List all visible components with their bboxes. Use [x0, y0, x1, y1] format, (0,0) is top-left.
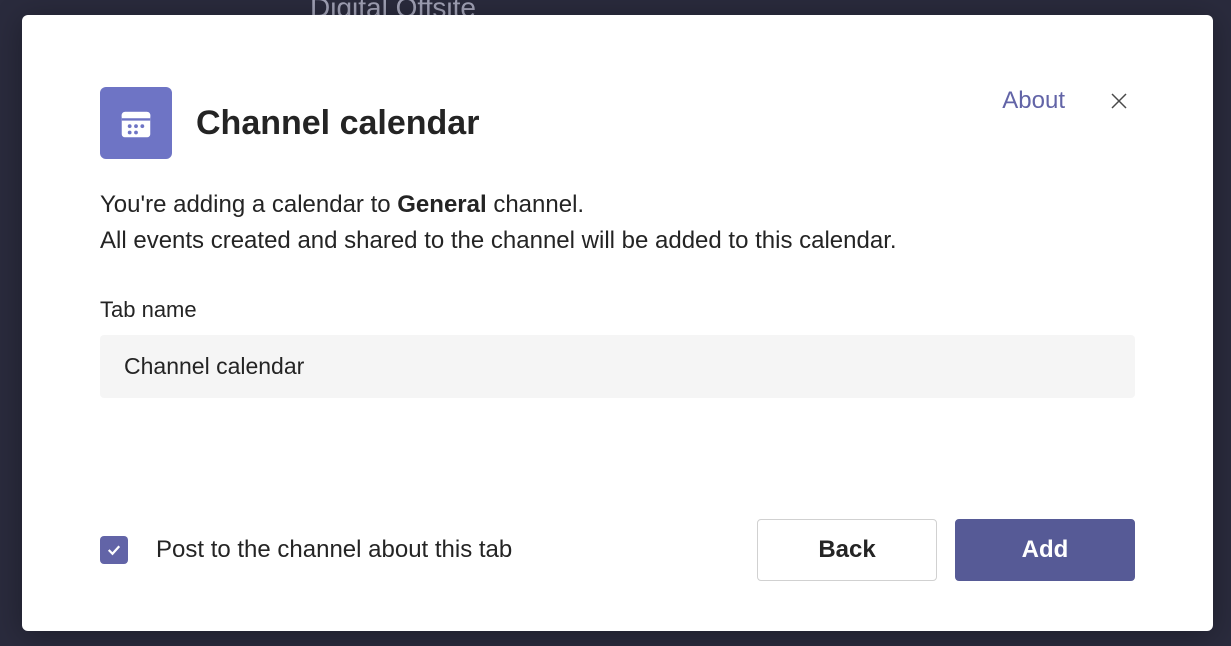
description-channel-name: General: [397, 191, 486, 218]
modal-description: You're adding a calendar to General chan…: [100, 187, 1135, 259]
post-checkbox-area: Post to the channel about this tab: [100, 536, 512, 564]
close-icon: [1107, 89, 1131, 113]
tab-name-input[interactable]: [100, 335, 1135, 398]
button-group: Back Add: [757, 519, 1135, 581]
post-checkbox-label[interactable]: Post to the channel about this tab: [156, 536, 512, 564]
calendar-icon: [100, 87, 172, 159]
back-button[interactable]: Back: [757, 519, 937, 581]
tab-name-label: Tab name: [100, 297, 1135, 323]
modal-top-actions: About: [1002, 85, 1135, 117]
modal-title: Channel calendar: [196, 104, 479, 143]
description-line1-pre: You're adding a calendar to: [100, 191, 397, 218]
description-line2: All events created and shared to the cha…: [100, 227, 897, 254]
add-button[interactable]: Add: [955, 519, 1135, 581]
checkmark-icon: [105, 541, 123, 559]
about-link[interactable]: About: [1002, 87, 1065, 115]
description-line1-post: channel.: [487, 191, 584, 218]
add-tab-modal: Channel calendar About You're adding a c…: [22, 15, 1213, 631]
close-button[interactable]: [1103, 85, 1135, 117]
post-checkbox[interactable]: [100, 536, 128, 564]
modal-header: Channel calendar About: [100, 87, 1135, 159]
modal-footer: Post to the channel about this tab Back …: [100, 519, 1135, 581]
